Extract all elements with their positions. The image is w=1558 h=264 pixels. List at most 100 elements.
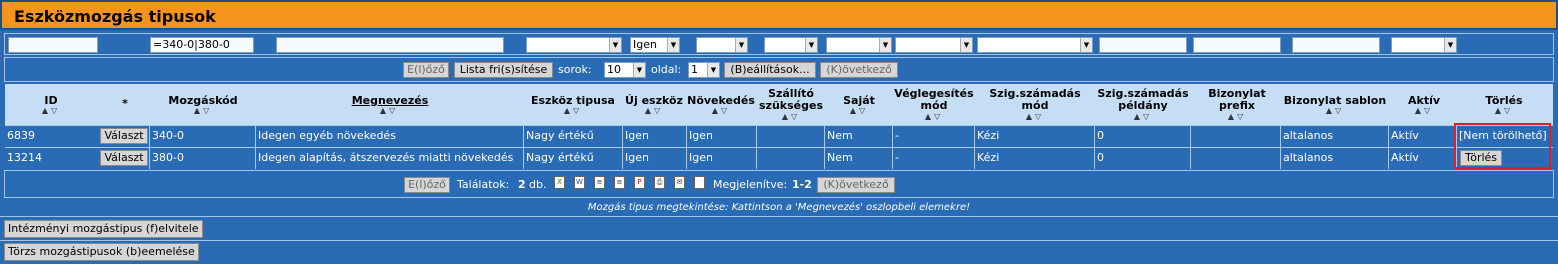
chevron-down-icon: ▼ <box>879 38 891 52</box>
doc-icon[interactable]: ≡ <box>594 176 605 189</box>
title-bar: Eszközmozgás tipusok <box>0 0 1558 30</box>
cell-bizonylat-sablon: altalanos <box>1280 126 1388 147</box>
page-icon[interactable] <box>694 176 705 189</box>
import-movement-types-button[interactable]: Törzs mozgástipusok (b)eemelése <box>4 243 199 261</box>
sort-arrows-icon[interactable]: ▲▽ <box>375 106 403 115</box>
select-button[interactable]: Választ <box>100 150 148 166</box>
pager-bottom: E(l)őző Találatok: 2 db. X W ≡ ≡ P ⎙ ✉ M… <box>4 170 1554 198</box>
header-bizonylat-prefix-2[interactable]: prefix <box>1195 100 1279 112</box>
cell-szallito <box>756 148 824 169</box>
page-select[interactable]: 1 ▼ <box>688 62 720 78</box>
sort-arrows-icon[interactable]: ▲▽ <box>777 112 805 121</box>
mail-icon[interactable]: ✉ <box>674 176 685 189</box>
page-value: 1 <box>691 63 698 76</box>
next-button[interactable]: (K)övetkező <box>820 62 898 78</box>
cell-szigszam-pld: 0 <box>1094 126 1190 147</box>
cell-id: 13214 <box>7 151 42 164</box>
header-szigszam-mod-2[interactable]: mód <box>977 100 1093 112</box>
filter-uj-eszkoz-value: Igen <box>633 38 657 51</box>
sort-arrows-icon[interactable]: ▲▽ <box>1321 106 1349 115</box>
cell-szallito <box>756 126 824 147</box>
excel-icon[interactable]: X <box>554 176 565 189</box>
word-icon[interactable]: W <box>574 176 585 189</box>
filter-megnevezes-input[interactable] <box>276 37 504 53</box>
text-icon[interactable]: ≡ <box>614 176 625 189</box>
cell-mozgaskod: 380-0 <box>149 148 255 169</box>
results-unit: db. <box>529 178 547 191</box>
sort-arrows-icon[interactable]: ▲▽ <box>707 106 735 115</box>
chevron-down-icon: ▼ <box>1080 38 1092 52</box>
cell-id: 6839 <box>7 129 35 142</box>
header-szigszam-pld-2[interactable]: példány <box>1095 100 1191 112</box>
print-icon[interactable]: ⎙ <box>654 176 665 189</box>
filter-szigszam-pld-input[interactable] <box>1099 37 1187 53</box>
cell-bizonylat-prefix <box>1190 126 1280 147</box>
filter-id-input[interactable] <box>8 37 98 53</box>
sort-arrows-icon[interactable]: ▲▽ <box>1129 112 1157 121</box>
cell-novekedes: Igen <box>686 126 756 147</box>
rows-per-page-value: 10 <box>607 63 621 76</box>
cell-uj-eszkoz: Igen <box>622 148 686 169</box>
prev-button[interactable]: E(l)őző <box>404 177 450 193</box>
filter-szigszam-mod-select[interactable]: ▼ <box>977 37 1093 53</box>
filter-bizonylat-sablon-input[interactable] <box>1292 37 1380 53</box>
sort-arrows-icon[interactable]: ▲▽ <box>1021 112 1049 121</box>
filter-mozgaskod-input[interactable]: =340-0|380-0 <box>150 37 254 53</box>
cell-eszkoz-tipusa: Nagy értékű <box>523 126 622 147</box>
header-veglegesites-2[interactable]: mód <box>893 100 975 112</box>
cell-megnevezes[interactable]: Idegen alapítás, átszervezés miatti növe… <box>255 148 523 169</box>
select-button[interactable]: Választ <box>100 128 148 144</box>
filter-bizonylat-prefix-input[interactable] <box>1193 37 1281 53</box>
filter-veglegesites-select[interactable]: ▼ <box>895 37 973 53</box>
pdf-icon[interactable]: P <box>634 176 645 189</box>
header-star: * <box>122 97 128 110</box>
cell-szigszam-pld: 0 <box>1094 148 1190 169</box>
chevron-down-icon: ▼ <box>609 38 621 52</box>
chevron-down-icon: ▼ <box>735 38 747 52</box>
prev-button[interactable]: E(l)őző <box>403 62 449 78</box>
sort-arrows-icon[interactable]: ▲▽ <box>640 106 668 115</box>
add-movement-type-button[interactable]: Intézményi mozgástipus (f)elvitele <box>4 220 203 238</box>
settings-button[interactable]: (B)eállítások... <box>724 62 816 78</box>
sort-arrows-icon[interactable]: ▲▽ <box>189 106 217 115</box>
header-szallito-2[interactable]: szükséges <box>757 100 825 112</box>
cell-eszkoz-tipusa: Nagy értékű <box>523 148 622 169</box>
filter-aktiv-select[interactable]: ▼ <box>1391 37 1457 53</box>
sort-arrows-icon[interactable]: ▲▽ <box>920 112 948 121</box>
filter-sajat-select[interactable]: ▼ <box>826 37 892 53</box>
table-header: ID ▲▽ * Mozgáskód ▲▽ Megnevezés ▲▽ Eszkö… <box>5 84 1553 125</box>
filter-szallito-select[interactable]: ▼ <box>764 37 818 53</box>
shown-range: 1-2 <box>792 178 812 191</box>
divider <box>0 216 1558 217</box>
chevron-down-icon: ▼ <box>960 38 972 52</box>
divider <box>0 240 1558 241</box>
torles-highlight <box>1454 123 1551 169</box>
cell-bizonylat-sablon: altalanos <box>1280 148 1388 169</box>
filter-row: =340-0|380-0 ▼ Igen ▼ ▼ ▼ ▼ ▼ ▼ ▼ <box>4 33 1554 55</box>
rows-label: sorok: <box>558 63 592 76</box>
page-title: Eszközmozgás tipusok <box>14 7 216 26</box>
cell-sajat: Nem <box>824 126 892 147</box>
hint-text: Mozgás tipus megtekintése: Kattintson a … <box>587 202 971 213</box>
cell-veglegesites: - <box>892 126 974 147</box>
cell-megnevezes[interactable]: Idegen egyéb növekedés <box>255 126 523 147</box>
filter-novekedes-select[interactable]: ▼ <box>696 37 748 53</box>
next-button[interactable]: (K)övetkező <box>817 177 895 193</box>
page-label: oldal: <box>651 63 682 76</box>
table-row: 13214 Választ 380-0 Idegen alapítás, áts… <box>5 147 1553 169</box>
rows-per-page-select[interactable]: 10 ▼ <box>604 62 646 78</box>
sort-arrows-icon[interactable]: ▲▽ <box>559 106 587 115</box>
sort-arrows-icon[interactable]: ▲▽ <box>1490 106 1518 115</box>
sort-arrows-icon[interactable]: ▲▽ <box>1410 106 1438 115</box>
filter-eszkoz-tipusa-select[interactable]: ▼ <box>526 37 622 53</box>
sort-arrows-icon[interactable]: ▲▽ <box>1223 112 1251 121</box>
chevron-down-icon: ▼ <box>707 63 719 77</box>
filter-uj-eszkoz-select[interactable]: Igen ▼ <box>630 37 680 53</box>
sort-arrows-icon[interactable]: ▲▽ <box>845 106 873 115</box>
pager-top: E(l)őző Lista fri(s)sítése sorok: 10 ▼ ol… <box>4 57 1554 82</box>
chevron-down-icon: ▼ <box>633 63 645 77</box>
shown-label: Megjelenítve: <box>713 178 788 191</box>
refresh-list-button[interactable]: Lista fri(s)sítése <box>454 62 553 78</box>
table-row: 6839 Választ 340-0 Idegen egyéb növekedé… <box>5 125 1553 147</box>
sort-arrows-icon[interactable]: ▲▽ <box>37 106 65 115</box>
